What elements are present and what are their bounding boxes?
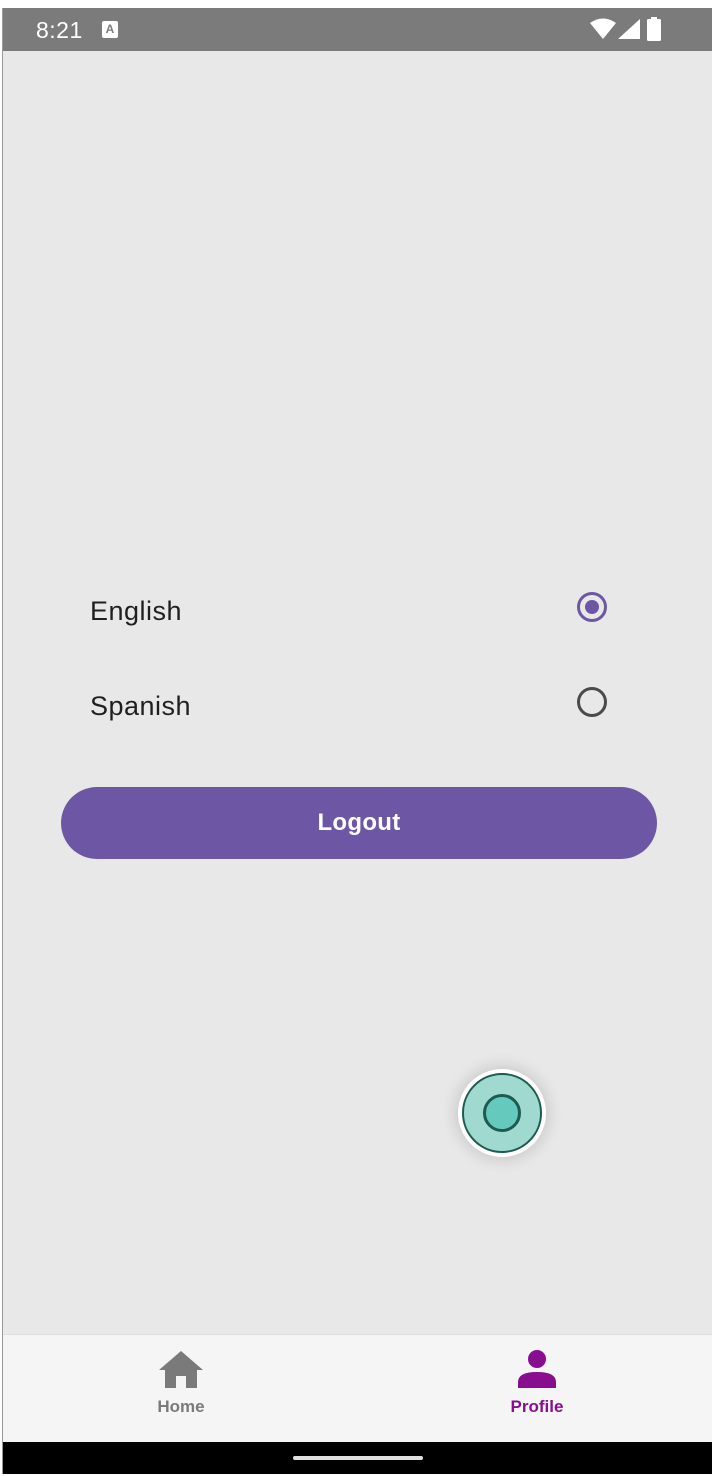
language-label-english: English (90, 596, 183, 626)
person-icon (518, 1350, 556, 1388)
status-bar: 8:21 A (3, 8, 712, 51)
phone-screen: 8:21 A English Spanish Logout Home Profi… (2, 8, 712, 1474)
radio-selected-dot (585, 600, 599, 614)
language-label-spanish: Spanish (90, 691, 192, 721)
battery-icon (647, 17, 661, 41)
status-icons (589, 17, 669, 42)
notification-a-icon: A (102, 21, 118, 38)
home-icon (159, 1351, 203, 1388)
gesture-handle[interactable] (293, 1456, 423, 1460)
radio-english[interactable] (577, 592, 607, 622)
radio-spanish[interactable] (577, 687, 607, 717)
bottom-navigation: Home Profile (3, 1334, 712, 1443)
nav-label-home: Home (157, 1397, 205, 1416)
floating-action-button[interactable] (462, 1073, 542, 1153)
wifi-icon (590, 18, 616, 39)
logout-button[interactable]: Logout (61, 787, 657, 859)
nav-item-home[interactable]: Home (91, 1335, 271, 1443)
language-option-spanish[interactable]: Spanish (3, 670, 712, 740)
status-time: 8:21 (36, 17, 83, 43)
system-gesture-bar (3, 1442, 712, 1474)
signal-icon (618, 19, 640, 39)
nav-label-profile: Profile (510, 1397, 564, 1416)
language-option-english[interactable]: English (3, 575, 712, 645)
fab-inner-circle-icon (483, 1094, 521, 1132)
nav-item-profile[interactable]: Profile (447, 1335, 627, 1443)
